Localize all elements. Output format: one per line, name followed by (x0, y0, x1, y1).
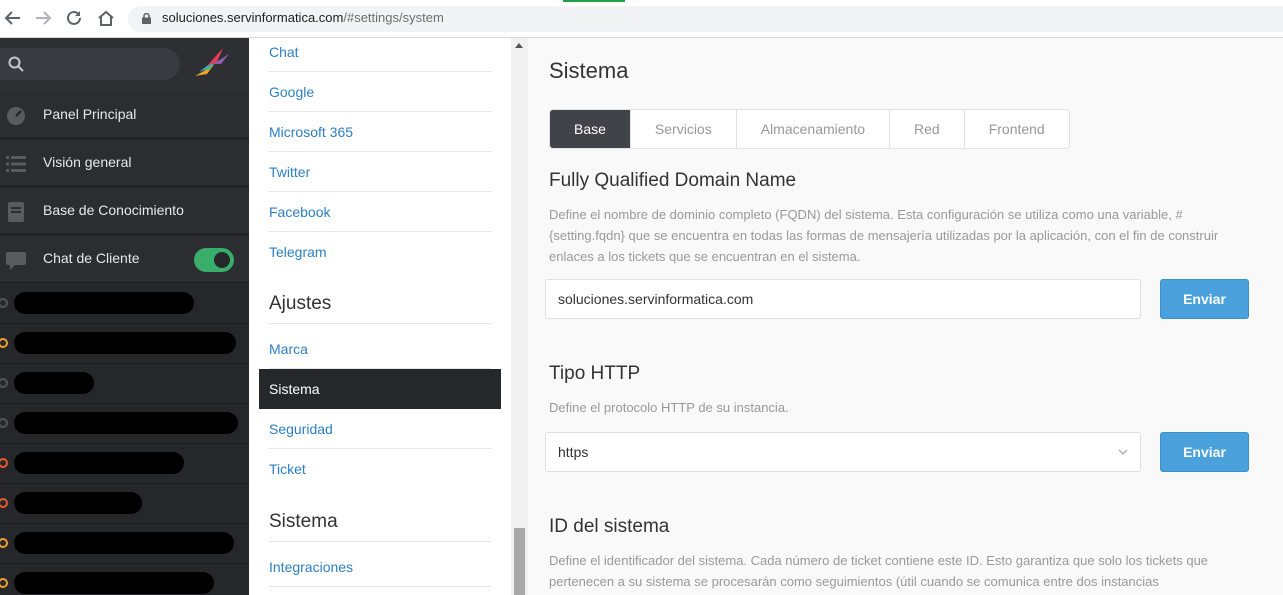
dashboard-icon (7, 107, 25, 125)
redacted-text (14, 412, 238, 434)
submenu-link-chat[interactable]: Chat (269, 38, 491, 72)
address-bar[interactable]: soluciones.servinformatica.com/#settings… (128, 6, 1283, 32)
submenu-link-google[interactable]: Google (269, 72, 491, 112)
submenu-link-seguridad[interactable]: Seguridad (269, 409, 491, 449)
search-icon (8, 56, 24, 72)
http-type-description: Define el protocolo HTTP de su instancia… (549, 400, 789, 415)
settings-submenu: Chat Google Microsoft 365 Twitter Facebo… (249, 38, 511, 595)
chat-session-row[interactable] (0, 324, 249, 364)
redacted-text (14, 572, 214, 594)
chevron-down-icon (1118, 449, 1128, 455)
submenu-heading-sistema: Sistema (269, 502, 491, 542)
home-icon[interactable] (95, 8, 117, 30)
redacted-text (14, 292, 194, 314)
submenu-link-sistema[interactable]: Sistema (259, 369, 501, 409)
chat-session-row[interactable] (0, 524, 249, 564)
chat-session-row[interactable] (0, 484, 249, 524)
status-dot (0, 298, 8, 308)
fqdn-submit-button[interactable]: Enviar (1160, 279, 1249, 319)
submenu-link-twitter[interactable]: Twitter (269, 152, 491, 192)
chat-session-row[interactable] (0, 444, 249, 484)
url-path: /#settings/system (343, 10, 444, 25)
system-id-title: ID del sistema (549, 516, 670, 537)
submenu-link-telegram[interactable]: Telegram (269, 232, 491, 272)
tab-highlight (563, 0, 625, 2)
settings-content: Sistema Base Servicios Almacenamiento Re… (528, 38, 1283, 595)
zammad-logo-icon[interactable] (193, 44, 233, 84)
tab-base[interactable]: Base (550, 110, 631, 148)
tab-red[interactable]: Red (890, 110, 965, 148)
settings-tabs: Base Servicios Almacenamiento Red Fronte… (549, 109, 1070, 149)
scrollbar-thumb[interactable] (514, 528, 525, 595)
status-dot (0, 458, 8, 468)
main-navigation: Panel Principal Visión general Base de C… (0, 38, 249, 595)
redacted-text (14, 452, 184, 474)
http-type-value: https (558, 444, 589, 460)
page-title: Sistema (549, 58, 629, 83)
browser-toolbar: soluciones.servinformatica.com/#settings… (0, 0, 1283, 38)
tab-frontend[interactable]: Frontend (965, 110, 1069, 148)
toggle-knob (212, 250, 232, 270)
chat-session-row[interactable] (0, 564, 249, 595)
chat-session-row[interactable] (0, 364, 249, 404)
nav-label: Panel Principal (43, 106, 137, 122)
redacted-text (14, 532, 234, 554)
back-arrow-icon[interactable] (2, 8, 24, 30)
redacted-text (14, 492, 142, 514)
tab-servicios[interactable]: Servicios (631, 110, 737, 148)
nav-label: Base de Conocimiento (43, 202, 184, 218)
chat-toggle[interactable] (194, 248, 234, 272)
status-dot (0, 378, 8, 388)
forward-arrow-icon[interactable] (32, 8, 54, 30)
chat-session-row[interactable] (0, 404, 249, 444)
http-type-title: Tipo HTTP (549, 363, 641, 384)
submenu-heading-ajustes: Ajustes (269, 284, 491, 324)
scroll-up-arrow-icon[interactable] (515, 43, 523, 48)
http-type-select[interactable]: https (545, 432, 1141, 472)
url-host: soluciones.servinformatica.com (162, 10, 344, 25)
nav-item-dashboard[interactable]: Panel Principal (0, 92, 249, 139)
status-dot (0, 338, 8, 348)
fqdn-field[interactable]: soluciones.servinformatica.com (545, 279, 1141, 319)
tab-almacenamiento[interactable]: Almacenamiento (737, 110, 890, 148)
lock-icon (142, 13, 151, 24)
reload-icon[interactable] (63, 8, 85, 30)
redacted-text (14, 372, 94, 394)
http-type-submit-button[interactable]: Enviar (1160, 432, 1249, 472)
url-text: soluciones.servinformatica.com/#settings… (162, 10, 444, 25)
nav-item-customer-chat[interactable]: Chat de Cliente (0, 236, 249, 283)
fqdn-description: Define el nombre de dominio completo (FQ… (549, 207, 1219, 264)
nav-item-knowledge-base[interactable]: Base de Conocimiento (0, 188, 249, 235)
nav-label: Visión general (43, 154, 132, 170)
nav-item-overview[interactable]: Visión general (0, 140, 249, 187)
list-icon (6, 156, 26, 172)
status-dot (0, 538, 8, 548)
book-icon (8, 202, 24, 222)
chat-session-row[interactable] (0, 284, 249, 324)
redacted-text (14, 332, 236, 354)
search-input[interactable] (0, 48, 180, 80)
status-dot (0, 578, 8, 588)
submenu-link-marca[interactable]: Marca (269, 329, 491, 369)
submenu-link-facebook[interactable]: Facebook (269, 192, 491, 232)
status-dot (0, 418, 8, 428)
submenu-link-microsoft365[interactable]: Microsoft 365 (269, 112, 491, 152)
submenu-link-ticket[interactable]: Ticket (269, 449, 491, 489)
submenu-link-integraciones[interactable]: Integraciones (269, 547, 491, 587)
chat-icon (6, 252, 26, 270)
submenu-scrollbar[interactable] (511, 38, 528, 595)
fqdn-title: Fully Qualified Domain Name (549, 170, 797, 191)
status-dot (0, 498, 8, 508)
system-id-description: Define el identificador del sistema. Cad… (549, 553, 1209, 589)
nav-label: Chat de Cliente (43, 250, 140, 266)
